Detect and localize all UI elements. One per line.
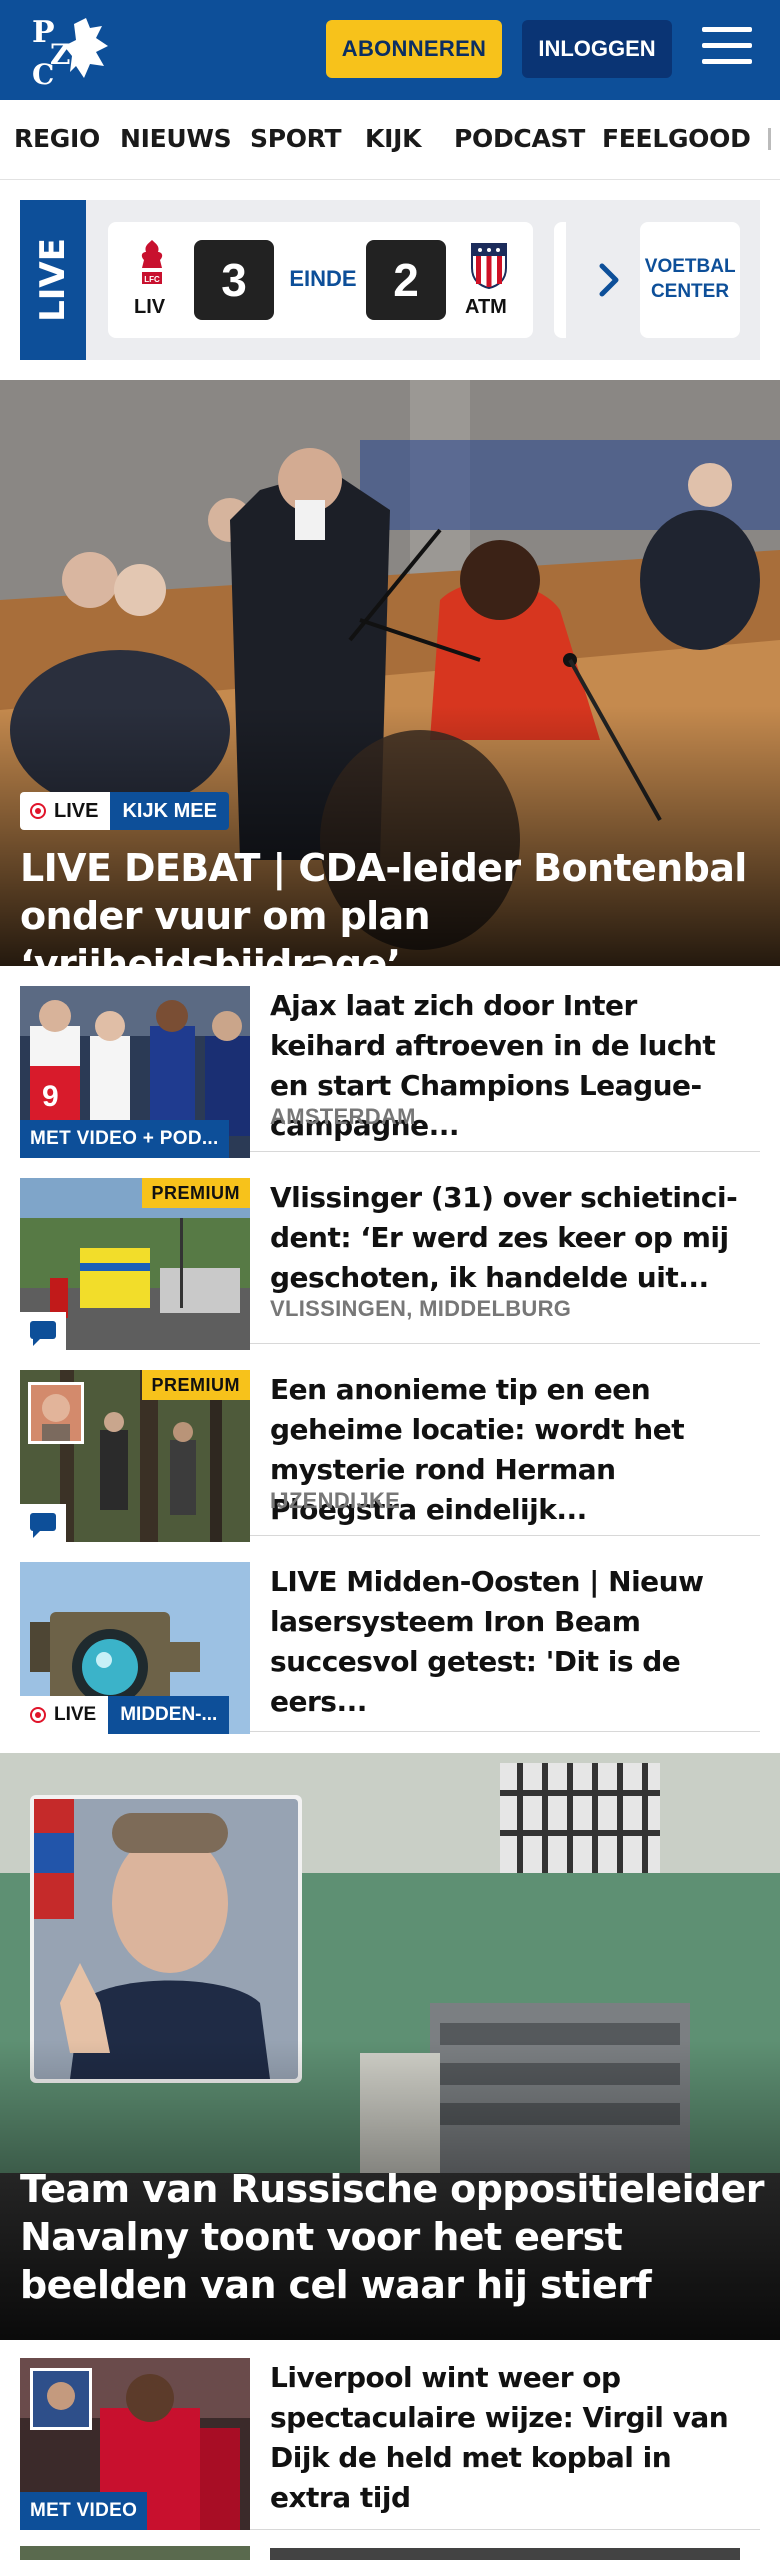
svg-text:9: 9 [42, 1080, 59, 1113]
live-scoreboard: LIVE LFC LIV 3 EINDE 2 ATM VOETBAL CENTE… [20, 200, 760, 360]
subscribe-button[interactable]: ABONNEREN [326, 20, 502, 78]
feature-title[interactable]: Team van Russische oppositieleider Naval… [20, 2165, 770, 2309]
login-button[interactable]: INLOGGEN [522, 20, 672, 78]
live-badge-label: LIVE [54, 1704, 97, 1725]
next-article-title-peek[interactable] [270, 2548, 740, 2560]
next-article-thumbnail-peek[interactable] [20, 2546, 250, 2560]
away-team-code: ATM [465, 296, 507, 318]
list-item[interactable]: MET VIDEO Liverpool wint weer op spectac… [20, 2340, 760, 2530]
hero-badges: LIVE KIJK MEE [20, 792, 229, 830]
liverpool-crest-icon: LFC [141, 240, 163, 284]
live-badge-label: LIVE [54, 799, 99, 822]
article-thumbnail: MET VIDEO [20, 2358, 250, 2530]
premium-badge: PREMIUM [141, 1178, 250, 1208]
hero-article[interactable]: LIVE KIJK MEE LIVE DEBAT | CDA-leider Bo… [0, 380, 780, 966]
home-team-code: LIV [134, 296, 166, 318]
comment-icon [20, 1312, 66, 1350]
article-title[interactable]: Liverpool wint weer op spectacu­laire wi… [270, 2358, 760, 2518]
article-location: VLISSINGEN, MIDDELBURG [270, 1296, 572, 1321]
chevron-right-icon[interactable] [590, 260, 630, 300]
nav-item-nieuws[interactable]: NIEUWS [120, 124, 232, 153]
article-title[interactable]: LIVE Midden-Oosten | Nieuw lasersysteem … [270, 1562, 760, 1722]
live-dot-icon [30, 1707, 46, 1723]
article-location: AMSTERDAM [270, 1104, 416, 1129]
media-label: MET VIDEO [20, 2492, 148, 2530]
pzc-logo[interactable]: P Z C [30, 14, 112, 86]
home-score: 3 [194, 240, 274, 320]
live-tab[interactable]: LIVE [20, 200, 86, 360]
next-match-card-stub[interactable] [554, 222, 566, 338]
nav-item-regio[interactable]: REGIO [14, 124, 100, 153]
match-card[interactable]: LFC LIV 3 EINDE 2 ATM [108, 222, 533, 338]
article-thumbnail: LIVE MIDDEN-... [20, 1562, 250, 1734]
away-score: 2 [366, 240, 446, 320]
atletico-crest-icon [471, 243, 507, 290]
nav-overflow-hint [768, 128, 771, 150]
svg-text:C: C [32, 58, 54, 86]
live-tab-label: LIVE [33, 238, 73, 322]
list-item[interactable]: PREMIUM Een anonieme tip en een geheime … [20, 1360, 760, 1542]
hamburger-menu-icon[interactable] [702, 27, 752, 71]
list-item[interactable]: PREMIUM Vlissinger (31) over schietinci­… [20, 1168, 760, 1350]
comment-icon [20, 1504, 66, 1542]
topic-badge: MIDDEN-... [108, 1696, 230, 1734]
live-badges: LIVE MIDDEN-... [20, 1696, 230, 1734]
nav-item-sport[interactable]: SPORT [250, 124, 342, 153]
article-location: IJZENDIJKE [270, 1488, 401, 1513]
nav-item-kijk[interactable]: KIJK [365, 124, 421, 153]
nav-item-podcast[interactable]: PODCAST [454, 124, 585, 153]
list-item[interactable]: LIVE MIDDEN-... LIVE Midden-Oosten | Nie… [20, 1552, 760, 1734]
svg-text:LFC: LFC [144, 275, 160, 284]
nav-item-feelgood[interactable]: FEELGOOD [602, 124, 751, 153]
section-nav: REGIO NIEUWS SPORT KIJK PODCAST FEELGOOD [0, 100, 780, 180]
article-title[interactable]: Vlissinger (31) over schietinci­dent: ‘E… [270, 1178, 760, 1298]
feature-article[interactable]: Team van Russische oppositieleider Naval… [0, 1753, 780, 2340]
kijk-mee-badge: KIJK MEE [110, 792, 229, 830]
article-thumbnail: PREMIUM [20, 1370, 250, 1542]
live-dot-icon [30, 803, 46, 819]
live-badge: LIVE [20, 792, 111, 830]
hero-title[interactable]: LIVE DEBAT | CDA-leider Bontenbal onder … [20, 844, 765, 966]
live-badge: LIVE [20, 1696, 109, 1734]
voetbal-center-link[interactable]: VOETBAL CENTER [640, 222, 740, 338]
article-thumbnail: 9 MET VIDEO + POD... [20, 986, 250, 1158]
premium-badge: PREMIUM [141, 1370, 250, 1400]
site-header: P Z C ABONNEREN INLOGGEN [0, 0, 780, 100]
media-label: MET VIDEO + POD... [20, 1120, 229, 1158]
match-status: EINDE [289, 266, 357, 291]
list-item[interactable]: 9 MET VIDEO + POD... Ajax laat zich door… [20, 976, 760, 1158]
article-thumbnail: PREMIUM [20, 1178, 250, 1350]
